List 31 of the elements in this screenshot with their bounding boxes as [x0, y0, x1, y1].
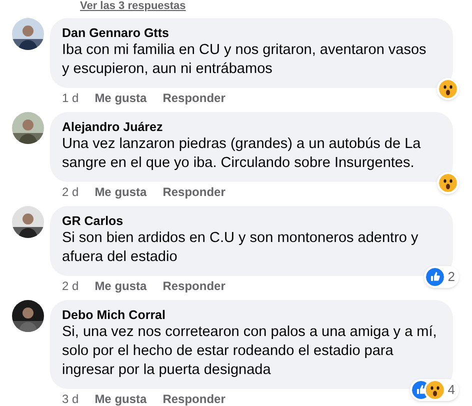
- timestamp[interactable]: 2 d: [62, 278, 79, 294]
- reply-button[interactable]: Responder: [162, 90, 226, 106]
- reaction-count: 4: [446, 382, 456, 398]
- like-button[interactable]: Me gusta: [94, 184, 147, 200]
- timestamp[interactable]: 3 d: [62, 391, 79, 406]
- reaction-badge[interactable]: [437, 78, 459, 100]
- reaction-badge[interactable]: 4: [410, 379, 459, 401]
- like-button[interactable]: Me gusta: [94, 90, 147, 106]
- reply-button[interactable]: Responder: [162, 391, 226, 406]
- view-replies-link[interactable]: Ver las 3 respuestas: [80, 0, 186, 12]
- comment-text: Si, una vez nos corretearon con palos a una amiga y a mí, solo por el hecho de estar rodeando el estadio para ingresar por la puerta designada: [62, 323, 438, 380]
- surprised-face-icon: [439, 174, 457, 192]
- surprised-face-icon: [426, 381, 444, 399]
- timestamp[interactable]: 1 d: [62, 90, 79, 106]
- reply-button[interactable]: Responder: [162, 278, 226, 294]
- surprised-face-icon: [439, 80, 457, 98]
- comment-text: Iba con mi familia en CU y nos gritaron, aventaron vasos y escupieron, aun ni entrábamos: [62, 41, 428, 79]
- reaction-badge[interactable]: [437, 172, 459, 194]
- author-name[interactable]: Dan Gennaro Gtts: [62, 25, 441, 41]
- reply-button[interactable]: Responder: [162, 184, 226, 200]
- like-icon: [426, 268, 444, 286]
- author-name[interactable]: Alejandro Juárez: [62, 119, 441, 135]
- author-name[interactable]: Debo Mich Corral: [62, 307, 441, 323]
- reaction-badge[interactable]: 2: [424, 266, 459, 288]
- like-button[interactable]: Me gusta: [94, 391, 147, 406]
- reaction-count: 2: [446, 269, 456, 285]
- like-button[interactable]: Me gusta: [94, 278, 147, 294]
- author-name[interactable]: GR Carlos: [62, 213, 441, 229]
- comment-text: Si son bien ardidos en C.U y son montoneros adentro y afuera del estadio: [62, 229, 420, 267]
- comment-text: Una vez lanzaron piedras (grandes) a un autobús de La sangre en el que yo iba. Circulando sobre Insurgentes.: [62, 135, 422, 173]
- timestamp[interactable]: 2 d: [62, 184, 79, 200]
